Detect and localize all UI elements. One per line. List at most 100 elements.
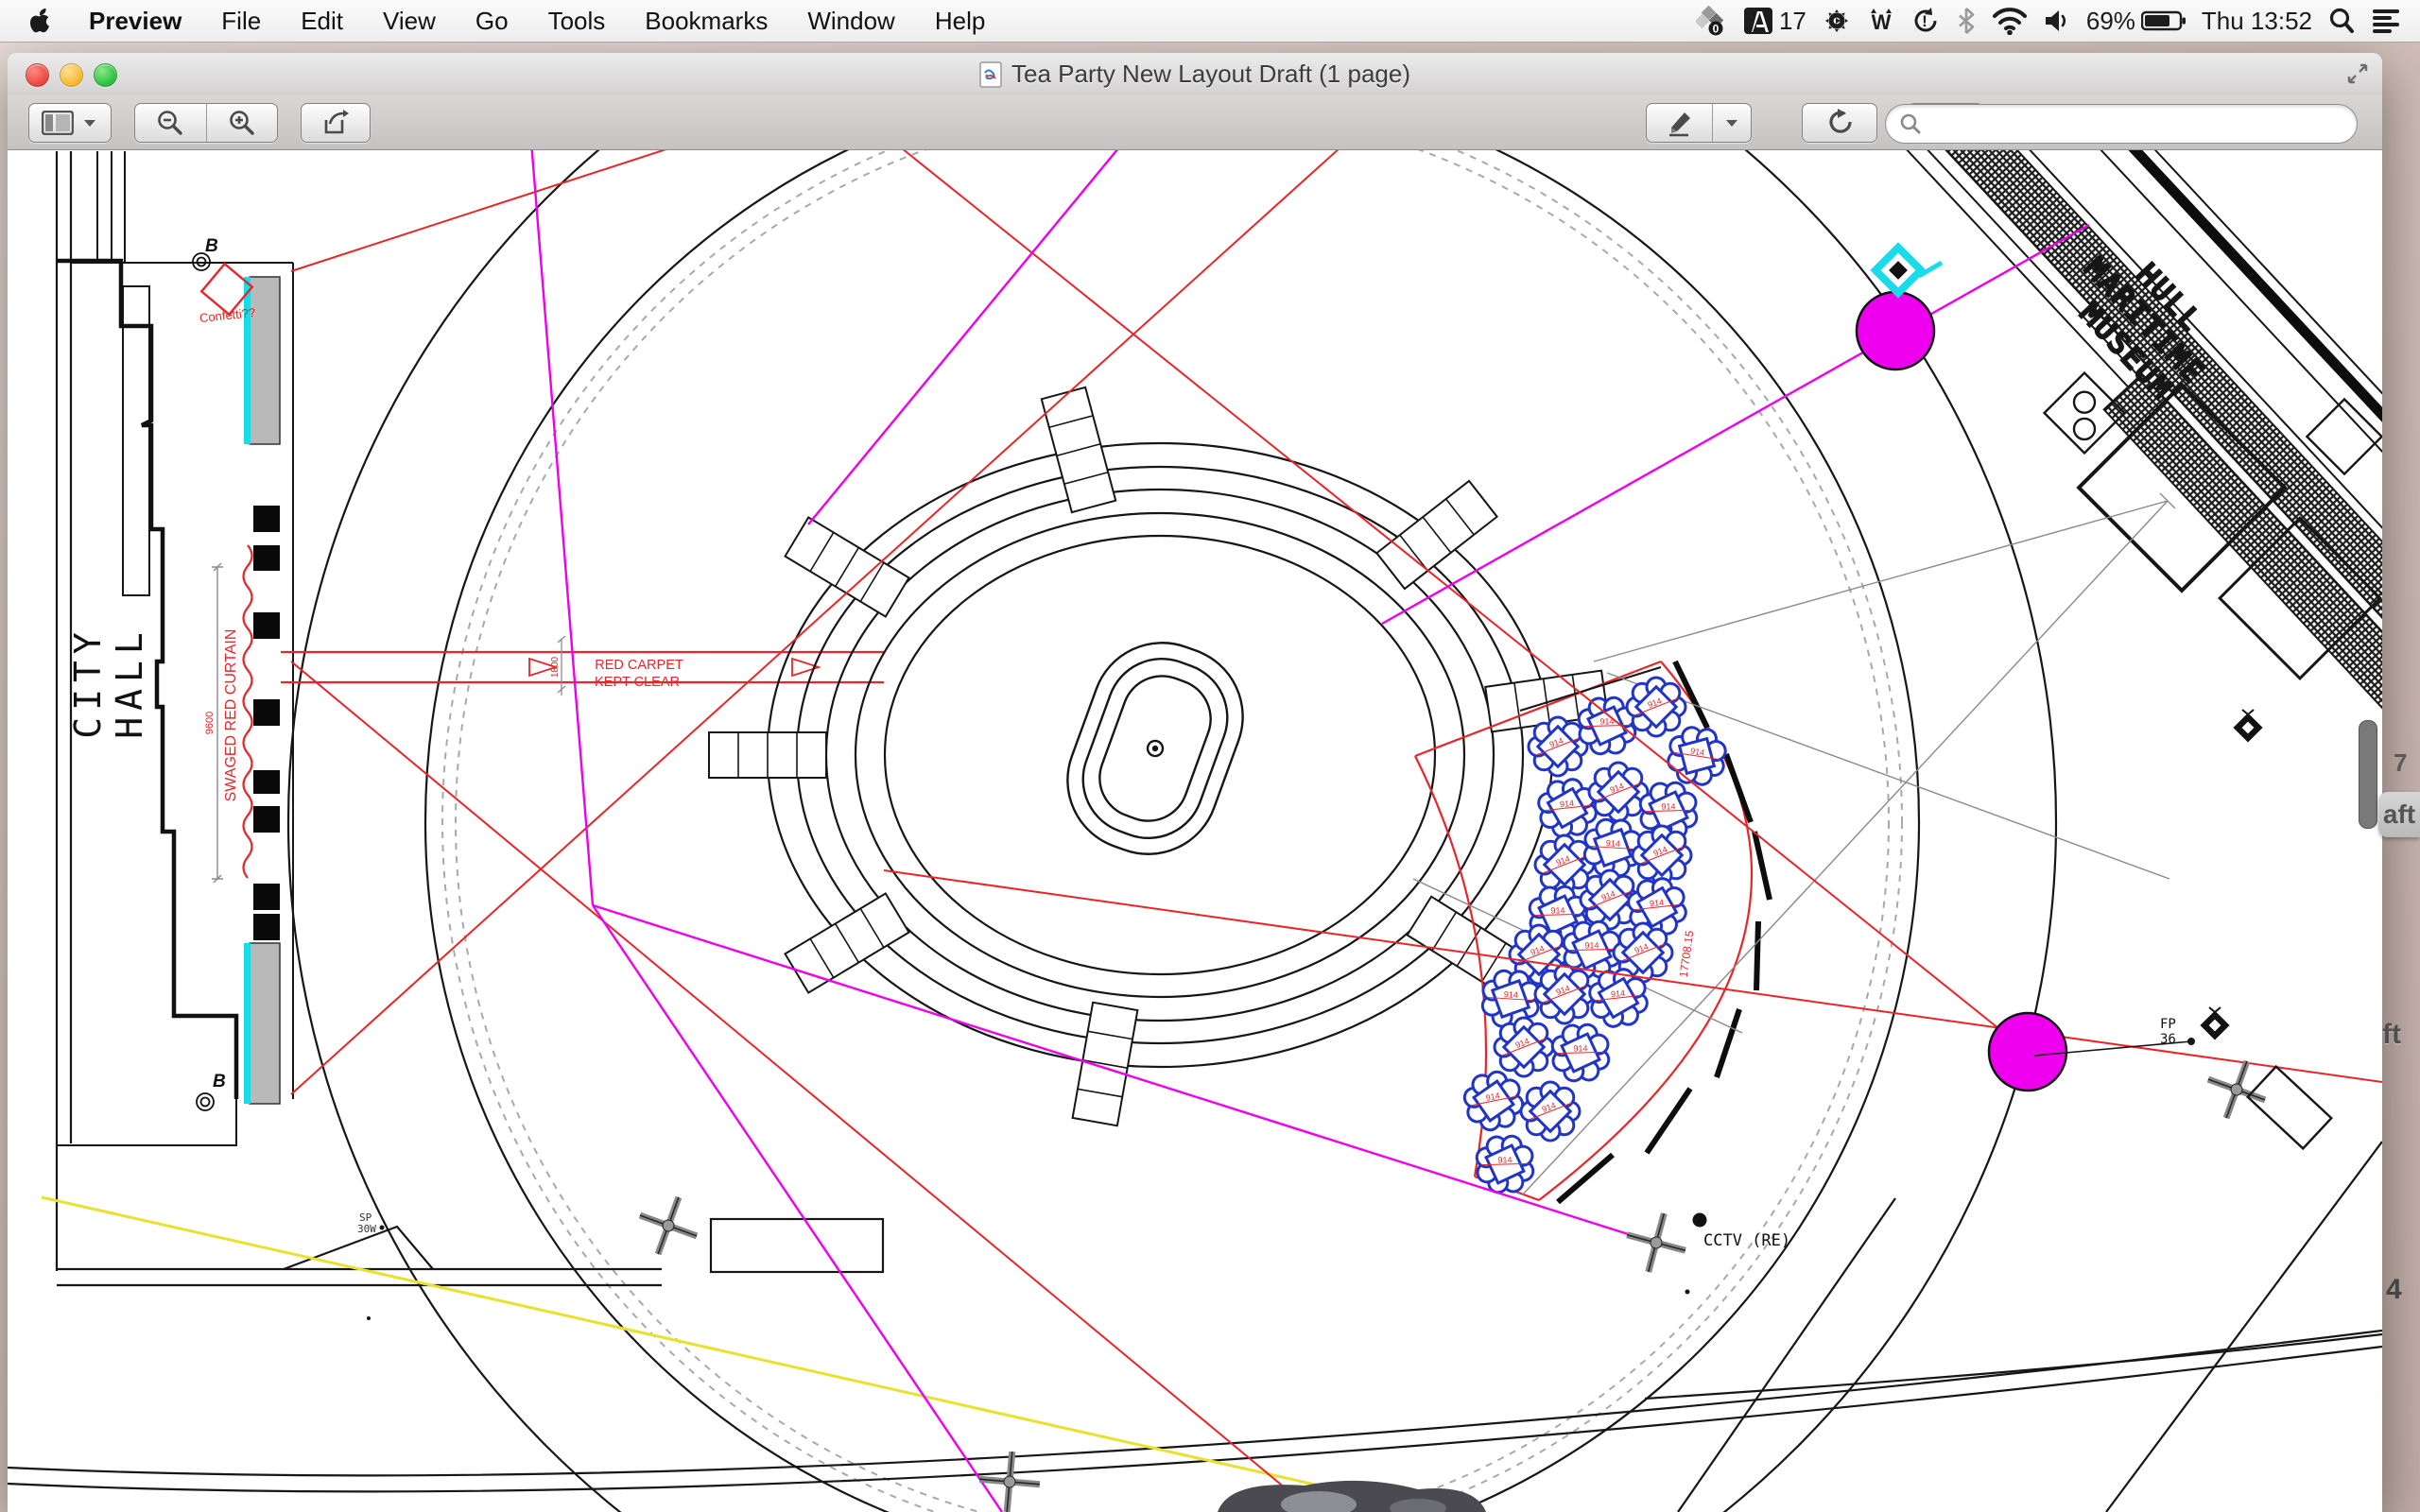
- desktop-file-fragment[interactable]: aft: [2378, 792, 2420, 837]
- search-icon: [1899, 112, 1922, 135]
- square-boundary-circles: [288, 150, 2056, 1512]
- sidebar-view-button[interactable]: [28, 103, 112, 143]
- b-marker-bottom-label: B: [213, 1072, 226, 1091]
- b-marker-top: B: [193, 236, 218, 270]
- fountain: [1048, 623, 1263, 873]
- menu-bookmarks[interactable]: Bookmarks: [625, 0, 787, 42]
- highlighter-icon: [1666, 109, 1694, 137]
- zoom-out-icon: [156, 109, 184, 137]
- rotate-button[interactable]: [1802, 103, 1877, 143]
- b-marker-top-label: B: [205, 236, 218, 256]
- annotate-pen-button[interactable]: [1648, 104, 1713, 142]
- desktop-file-fragment[interactable]: ft: [2382, 1019, 2401, 1051]
- menu-window[interactable]: Window: [787, 0, 914, 42]
- desktop-file-fragment[interactable]: 7: [2394, 748, 2407, 778]
- tea-table: [1460, 1067, 1528, 1135]
- menu-app-name[interactable]: Preview: [66, 0, 201, 42]
- tea-table: [1495, 1018, 1553, 1076]
- clock[interactable]: Thu 13:52: [2202, 7, 2312, 36]
- apple-icon: [28, 7, 53, 35]
- cctv-annotation: CCTV (RE): [1693, 1213, 1791, 1251]
- swag-curtain-label: SWAGED RED CURTAIN: [223, 629, 239, 802]
- curtain-dim: 9600: [204, 712, 216, 734]
- preview-window: Tea Party New Layout Draft (1 page): [8, 53, 2382, 1512]
- wifi-icon[interactable]: [1992, 7, 2028, 35]
- rotate-left-icon: [1825, 108, 1854, 138]
- roads: [8, 151, 2382, 1512]
- fan-dim-lines: [1413, 493, 2175, 1195]
- tea-table: [1633, 826, 1691, 885]
- tea-table: [1543, 1015, 1617, 1090]
- cctv-label: CCTV (RE): [1703, 1231, 1790, 1250]
- sp-label-2: 30W: [357, 1223, 376, 1235]
- window-title: Tea Party New Layout Draft (1 page): [1011, 60, 1410, 89]
- fp-label-2: 36: [2160, 1032, 2176, 1047]
- tablet-driver-icon[interactable]: W: [1867, 6, 1895, 36]
- tea-table: [1627, 678, 1685, 736]
- zoom-out-button[interactable]: [135, 104, 207, 142]
- city-hall-columns: [253, 506, 280, 940]
- app-diamonds-icon[interactable]: 0: [1696, 6, 1728, 36]
- vertical-scrollbar[interactable]: [2359, 720, 2377, 829]
- magenta-marker-right: [1989, 1013, 2066, 1091]
- swag-curtain-line: [244, 545, 252, 878]
- zoom-in-icon: [228, 109, 256, 137]
- spotlight-icon[interactable]: [2327, 7, 2356, 35]
- sidebar-icon: [42, 111, 74, 135]
- share-button[interactable]: [301, 103, 371, 143]
- battery-icon: [2141, 9, 2187, 32]
- menu-go[interactable]: Go: [456, 0, 528, 42]
- fan-dim-outer: 17708.15: [1677, 929, 1697, 978]
- sync-alert-icon[interactable]: !: [1910, 6, 1941, 36]
- magenta-marker-top: [1857, 292, 1934, 369]
- share-icon: [321, 109, 350, 137]
- toolbar: [8, 95, 2382, 150]
- fullscreen-icon[interactable]: [2346, 62, 2369, 85]
- tea-table: [1535, 965, 1594, 1023]
- notification-center-icon[interactable]: [2371, 8, 2401, 34]
- curtain-annotation: SWAGED RED CURTAIN 9600: [204, 545, 252, 883]
- desktop-file-fragment[interactable]: 4: [2386, 1274, 2402, 1306]
- search-field[interactable]: [1885, 104, 2358, 144]
- menu-help[interactable]: Help: [915, 0, 1005, 42]
- document-canvas[interactable]: 914: [8, 150, 2382, 1512]
- carpet-dim: 1800: [550, 656, 561, 678]
- city-hall-label-1: CITY: [67, 626, 109, 739]
- menu-view[interactable]: View: [363, 0, 456, 42]
- site-plan-drawing: 914: [8, 150, 2382, 1512]
- clock-text: Thu 13:52: [2202, 7, 2312, 36]
- menu-tools[interactable]: Tools: [528, 0, 626, 42]
- document-proxy-icon[interactable]: [979, 61, 1002, 88]
- chevron-down-icon: [81, 117, 98, 129]
- adobe-count: 17: [1779, 7, 1806, 36]
- sight-lines-magenta: [527, 150, 2089, 1512]
- city-hall-label-2: HALL: [109, 626, 150, 739]
- gear-menu-icon[interactable]: [1822, 6, 1852, 36]
- volume-icon[interactable]: [2043, 8, 2071, 34]
- adobe-status-icon[interactable]: 17: [1743, 7, 1806, 36]
- tea-table: [1521, 1082, 1580, 1141]
- apple-menu[interactable]: [0, 7, 66, 35]
- city-hall: CITY HALL: [57, 151, 293, 1145]
- oval-stairs: [709, 387, 1608, 1125]
- svg-text:W: W: [1871, 10, 1891, 34]
- svg-text:!: !: [1922, 12, 1927, 30]
- b-marker-bottom: B: [197, 1072, 226, 1110]
- search-input[interactable]: [1929, 110, 2343, 138]
- tea-table: [1467, 1126, 1542, 1201]
- svg-text:0: 0: [1713, 23, 1720, 36]
- menu-bar: Preview File Edit View Go Tools Bookmark…: [0, 0, 2420, 43]
- battery-percent: 69%: [2086, 7, 2135, 36]
- zoom-in-button[interactable]: [207, 104, 278, 142]
- menu-edit[interactable]: Edit: [281, 0, 363, 42]
- bluetooth-icon[interactable]: [1956, 6, 1977, 36]
- tea-table: [1529, 717, 1587, 776]
- menu-file[interactable]: File: [201, 0, 281, 42]
- photo-sliver: [1218, 1481, 1486, 1512]
- title-bar[interactable]: Tea Party New Layout Draft (1 page): [8, 53, 2382, 96]
- seating-fan: 5000.09 17708.15: [1413, 493, 2175, 1202]
- annotate-dropdown[interactable]: [1713, 104, 1751, 142]
- zoom-controls: [134, 103, 278, 143]
- carpet-label-1: RED CARPET: [595, 658, 683, 673]
- cyan-highlight-diamond: [1876, 248, 1942, 293]
